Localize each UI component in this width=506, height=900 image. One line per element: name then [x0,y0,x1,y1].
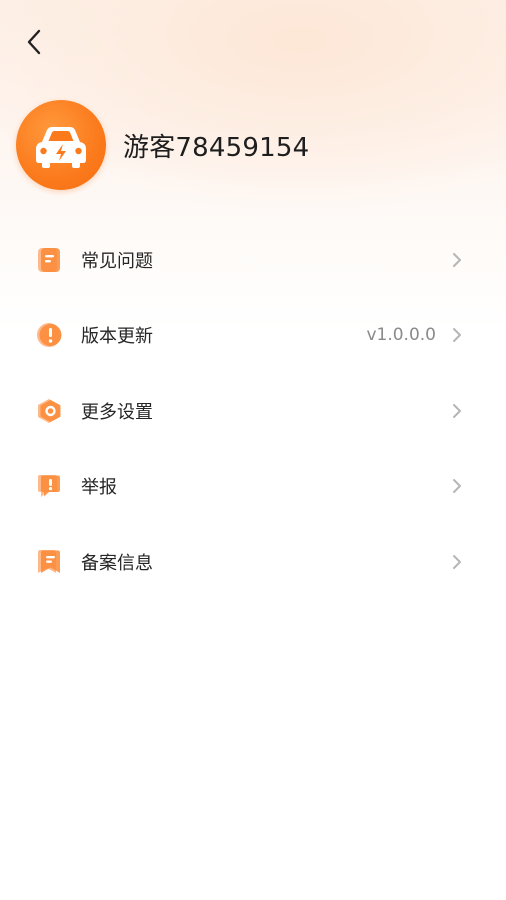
menu-item-label: 举报 [81,477,117,499]
chevron-right-icon [453,403,461,418]
car-bolt-icon [36,127,86,168]
chevron-right-icon [453,479,461,494]
menu-item-report[interactable]: 举报 [0,449,506,525]
version-number: v1.0.0.0 [366,325,436,346]
menu-item-more-settings[interactable]: 更多设置 [0,373,506,449]
back-button[interactable] [14,22,54,62]
menu-item-filing-info[interactable]: 备案信息 [0,524,506,600]
settings-menu: 常见问题 版本更新 v1.0.0.0 更多设置 举报 备案信息 [0,222,506,600]
menu-item-label: 版本更新 [81,326,153,348]
user-profile: 游客78459154 [16,100,309,190]
menu-item-faq[interactable]: 常见问题 [0,222,506,298]
record-badge-icon [38,549,60,573]
menu-item-version-update[interactable]: 版本更新 v1.0.0.0 [0,298,506,374]
menu-item-label: 更多设置 [81,401,153,423]
avatar[interactable] [16,100,106,190]
chevron-right-icon [453,554,461,569]
chevron-right-icon [453,328,461,343]
menu-item-label: 备案信息 [81,552,153,574]
menu-item-label: 常见问题 [81,250,153,272]
report-flag-icon [38,475,60,498]
hexagon-settings-icon [38,398,61,423]
username: 游客78459154 [123,132,310,163]
document-icon [38,247,60,272]
chevron-left-icon [27,29,41,55]
exclamation-circle-icon [37,323,62,348]
chevron-right-icon [453,252,461,267]
